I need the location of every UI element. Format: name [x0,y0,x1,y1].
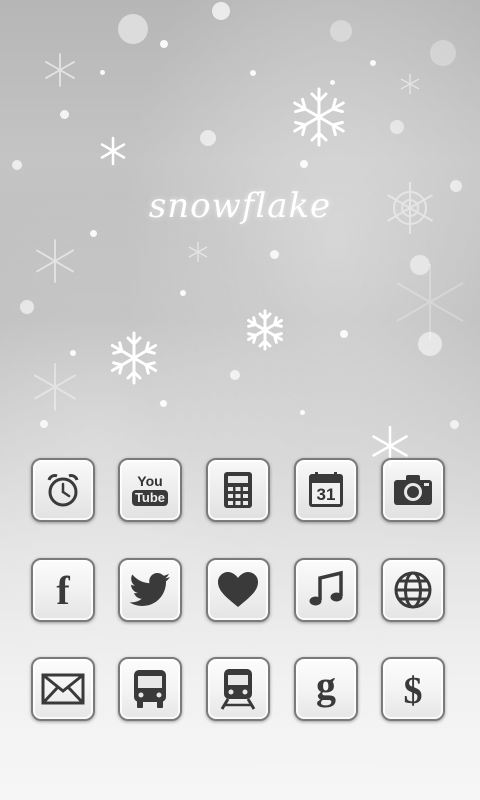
snowflake-decoration [400,74,420,94]
snowflake-decoration [293,87,345,147]
calendar-day-text: 31 [317,485,336,504]
youtube-tube-text: Tube [131,490,169,506]
music-note-icon[interactable] [294,558,358,622]
globe-icon[interactable] [381,558,445,622]
snowflake-decoration [100,136,126,166]
train-icon[interactable] [206,657,270,721]
dollar-icon[interactable]: $ [381,657,445,721]
google-icon[interactable]: g [294,657,358,721]
facebook-glyph: f [56,570,70,610]
facebook-icon[interactable]: f [31,558,95,622]
snowflake-decoration [396,264,464,340]
snowflake-title: snowflake [148,186,332,226]
youtube-you-text: You [137,473,163,489]
snowflake-decoration [247,309,283,351]
camera-icon[interactable] [381,458,445,522]
calculator-icon[interactable] [206,458,270,522]
dollar-glyph: $ [404,670,423,711]
twitter-bird-icon[interactable] [118,558,182,622]
snowflake-decoration [188,242,208,262]
calendar-icon[interactable]: 31 [294,458,358,522]
snowflake-decoration [45,53,75,87]
mail-envelope-icon[interactable] [31,657,95,721]
snowflake-decoration [36,239,74,283]
google-glyph: g [316,667,336,708]
alarm-clock-icon[interactable] [31,458,95,522]
bus-icon[interactable] [118,657,182,721]
youtube-icon[interactable]: You Tube [118,458,182,522]
snowflake-decoration [34,363,76,411]
snowflake-decoration [110,331,158,385]
heart-icon[interactable] [206,558,270,622]
